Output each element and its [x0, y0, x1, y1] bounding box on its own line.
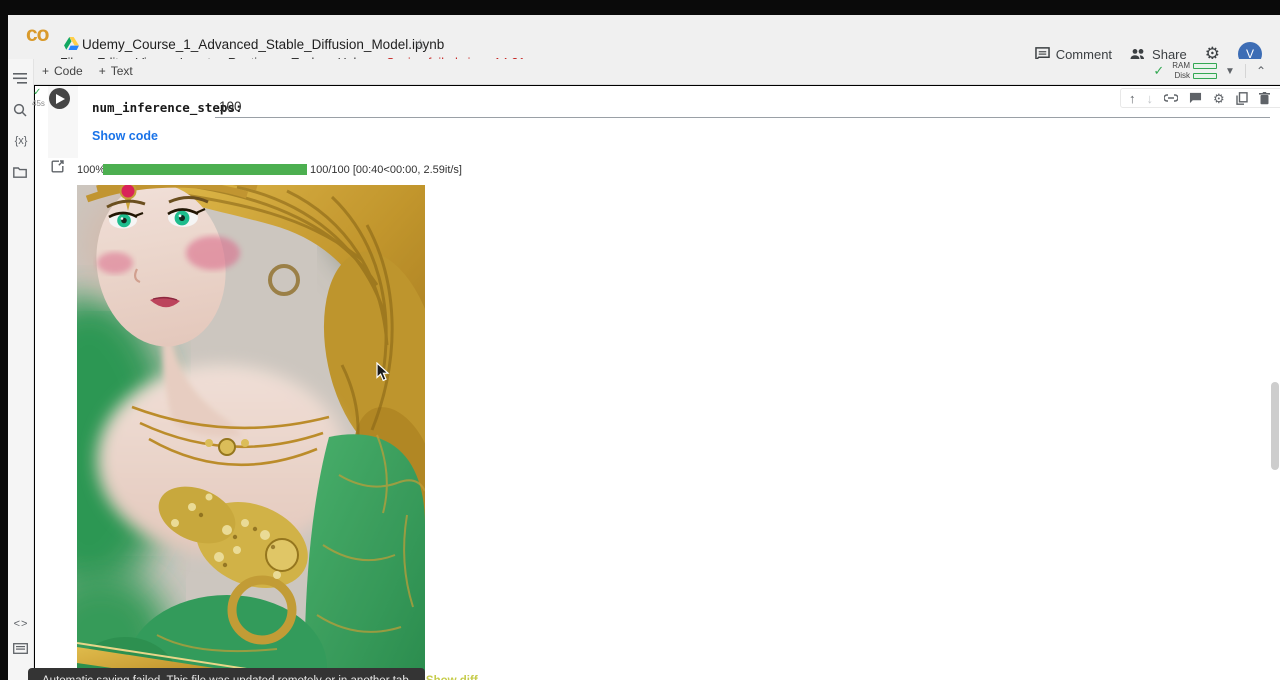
play-icon [56, 94, 65, 104]
delete-cell-icon[interactable] [1259, 92, 1270, 105]
notebook-toolbar: + Code + Text ✓ RAM Disk ▼ ⌃ [34, 59, 1280, 85]
cell-settings-gear-icon[interactable]: ⚙ [1213, 92, 1225, 105]
add-text-button[interactable]: + Text [99, 64, 133, 78]
variables-icon[interactable]: {x} [13, 135, 29, 147]
search-icon[interactable] [13, 103, 29, 117]
progress-status-text: 100/100 [00:40<00:00, 2.59it/s] [310, 164, 462, 176]
runtime-dropdown-caret-icon[interactable]: ▼ [1225, 66, 1235, 77]
add-comment-icon[interactable] [1189, 92, 1202, 104]
colab-logo[interactable]: co [26, 23, 49, 47]
cell-exec-time: 45s [32, 99, 45, 108]
terminal-icon[interactable] [13, 643, 29, 654]
resource-gauges[interactable]: RAM Disk [1172, 61, 1217, 81]
show-diff-button[interactable]: Show diff [426, 675, 478, 680]
cell-output-icon[interactable] [51, 160, 64, 173]
cell-success-check-icon: ✓ [33, 87, 41, 98]
disk-label: Disk [1174, 71, 1190, 81]
plus-icon: + [42, 64, 49, 78]
form-input-underline [215, 117, 1270, 118]
mouse-cursor [376, 362, 390, 382]
collapse-sections-chevron-icon[interactable]: ⌃ [1245, 64, 1266, 78]
form-param-input[interactable]: 100 [219, 99, 242, 114]
cell-toolbar: ↑ ↓ ⚙ ⋮ [1120, 88, 1280, 108]
code-snippets-icon[interactable]: <> [13, 618, 29, 630]
notebook-filename[interactable]: Udemy_Course_1_Advanced_Stable_Diffusion… [82, 37, 444, 52]
snackbar: Automatic saving failed. This file was u… [28, 668, 425, 680]
files-folder-icon[interactable] [13, 167, 29, 178]
progress-percent: 100% [77, 164, 105, 176]
progress-bar [103, 164, 307, 175]
vertical-scrollbar-thumb[interactable] [1271, 382, 1279, 470]
generated-image [77, 185, 425, 680]
link-cell-icon[interactable] [1164, 94, 1178, 102]
add-code-button[interactable]: + Code [42, 64, 83, 78]
ram-label: RAM [1172, 61, 1190, 71]
ram-gauge [1193, 63, 1217, 69]
move-cell-down-icon[interactable]: ↓ [1147, 92, 1154, 105]
show-code-link[interactable]: Show code [92, 129, 158, 143]
notebook-content: ✓ 45s num_inference_steps: 100 Show code… [35, 86, 1280, 680]
left-sidebar: {x} <> [8, 59, 34, 680]
move-cell-up-icon[interactable]: ↑ [1129, 92, 1136, 105]
drive-icon [64, 37, 79, 50]
window-top-bar [0, 0, 1280, 15]
table-of-contents-icon[interactable] [13, 73, 29, 84]
star-icon[interactable]: ☆ [414, 36, 427, 53]
run-cell-button[interactable] [49, 88, 70, 109]
snackbar-message: Automatic saving failed. This file was u… [42, 675, 412, 680]
copy-cell-icon[interactable] [1236, 92, 1248, 105]
runtime-connected-check-icon: ✓ [1153, 63, 1164, 79]
progress-fill [103, 164, 307, 175]
plus-icon: + [99, 64, 106, 78]
disk-gauge [1193, 73, 1217, 79]
colab-header: co Udemy_Course_1_Advanced_Stable_Diffus… [8, 15, 1280, 59]
window-left-edge [0, 15, 8, 680]
